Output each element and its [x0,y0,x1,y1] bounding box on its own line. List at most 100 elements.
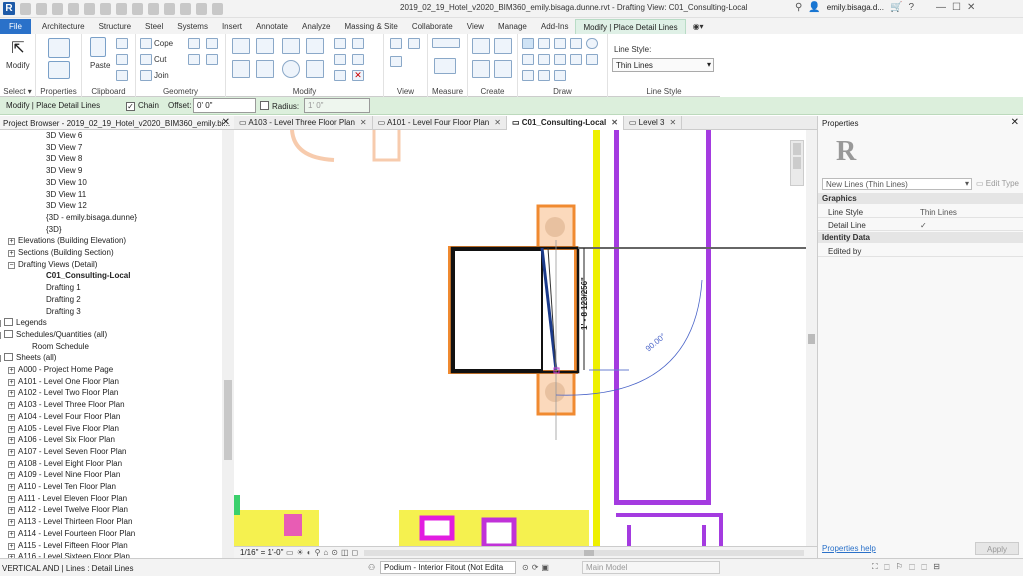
expander-icon[interactable]: + [8,507,15,515]
close-icon[interactable]: ✕ [611,118,618,127]
rotate-icon[interactable] [282,60,300,78]
tab-structure[interactable]: Structure [92,19,138,34]
tree-item[interactable]: + Legends [0,318,47,330]
print-icon[interactable] [100,2,111,15]
offset-icon[interactable] [256,38,274,54]
cursor-icon[interactable]: ⇱ [7,38,29,58]
minimize-icon[interactable]: — [936,2,946,13]
project-browser-scrollbar[interactable] [222,130,234,558]
close-icon[interactable]: ✕ [967,2,975,13]
horizontal-scrollbar[interactable] [364,550,804,556]
polygon-icon[interactable] [554,38,566,49]
tag-icon[interactable] [132,2,143,15]
tab-view[interactable]: View [460,19,491,34]
create-assembly-icon[interactable] [472,60,490,78]
tree-item[interactable]: + A106 - Level Six Floor Plan [8,435,115,447]
tree-item[interactable]: + A101 - Level One Floor Plan [8,377,119,389]
tree-item[interactable]: 3D View 11 [46,190,86,202]
view-tab[interactable]: ▭ Level 3 ✕ [624,116,683,130]
close-icon[interactable]: ✕ [360,118,367,127]
worksets-icon[interactable]: ⚇ [368,563,375,572]
inscribed-polygon-icon[interactable] [570,38,582,49]
tab-insert[interactable]: Insert [215,19,249,34]
cart-icon[interactable]: 🛒 [890,2,902,13]
unpin-icon[interactable] [334,70,346,81]
selection-filter-icons[interactable]: ⛶⬚⚐⬚⬚⊟ [872,562,946,572]
line-style-dropdown[interactable]: Thin Lines ▾ [612,58,714,72]
cut-icon[interactable] [116,38,128,49]
ellipse-icon[interactable] [522,70,534,81]
ribbon-options-icon[interactable]: ◉▾ [686,19,711,34]
property-row[interactable]: Edited by [818,245,1023,257]
open-icon[interactable] [20,2,31,15]
hide-icon[interactable] [390,38,402,49]
tab-collaborate[interactable]: Collaborate [405,19,460,34]
tree-item[interactable]: + A111 - Level Eleven Floor Plan [8,494,127,506]
tab-manage[interactable]: Manage [491,19,534,34]
edit-type-button[interactable]: ▭ Edit Type [976,179,1019,188]
circle-icon[interactable] [586,38,598,49]
linework-icon[interactable] [390,56,402,67]
wall-joins-icon[interactable] [188,54,200,65]
create-similar-icon[interactable] [494,60,512,78]
tree-item[interactable]: + A108 - Level Eight Floor Plan [8,459,122,471]
property-row[interactable]: Line Style Thin Lines [818,206,1023,218]
split-face-icon[interactable] [188,38,200,49]
tree-item[interactable]: {3D - emily.bisaga.dunne} [46,213,137,225]
expander-icon[interactable]: − [0,355,1,363]
navigation-bar[interactable] [790,140,804,186]
modify-label[interactable]: Modify [6,61,30,70]
property-group-header[interactable]: Graphics [818,193,1023,204]
mirror-axis-icon[interactable] [282,38,300,54]
expander-icon[interactable]: + [8,472,15,480]
override-icon[interactable] [408,38,420,49]
revit-logo[interactable]: R [3,2,15,15]
expander-icon[interactable]: + [0,320,1,328]
tree-item[interactable]: + Sections (Building Section) [8,248,114,260]
tree-item[interactable]: + A115 - Level Fifteen Floor Plan [8,541,128,553]
tab-architecture[interactable]: Architecture [35,19,92,34]
properties-icon[interactable] [48,38,70,58]
spline-icon[interactable] [586,54,598,65]
split-icon[interactable] [334,38,346,49]
binoculars-icon[interactable]: ⚲ [795,2,802,13]
tree-item[interactable]: + A107 - Level Seven Floor Plan [8,447,127,459]
tree-item[interactable]: Drafting 1 [46,283,81,295]
create-group-icon[interactable] [472,38,490,54]
property-row[interactable]: Detail Line ✓ [818,219,1023,231]
expander-icon[interactable]: + [8,437,15,445]
view-tab[interactable]: ▭ A103 - Level Three Floor Plan ✕ [234,116,373,130]
radius-input[interactable]: 1' 0" [304,98,370,113]
steering-wheel-icon[interactable] [793,143,801,155]
select-panel-label[interactable]: Select ▾ [0,87,35,96]
view-tab[interactable]: ▭ C01_Consulting-Local ✕ [506,116,624,130]
tree-item[interactable]: + A104 - Level Four Floor Plan [8,412,120,424]
tab-modify-place-detail-lines[interactable]: Modify | Place Detail Lines [575,19,686,34]
user-icon[interactable]: 👤 [808,2,820,13]
thin-lines-icon[interactable] [196,2,207,15]
center-arc-icon[interactable] [538,54,550,65]
expander-icon[interactable]: + [8,425,15,433]
redo-icon[interactable] [84,2,95,15]
expander-icon[interactable]: + [8,519,15,527]
username[interactable]: emily.bisaga.d... [827,3,884,12]
scale-icon[interactable] [334,54,346,65]
expander-icon[interactable]: + [8,542,15,550]
tab-file[interactable]: File [0,19,31,34]
tree-item[interactable]: + A000 - Project Home Page [8,365,113,377]
tree-item[interactable]: Room Schedule [32,342,89,354]
tab-steel[interactable]: Steel [138,19,170,34]
mirror-draw-icon[interactable] [306,38,324,54]
expander-icon[interactable]: − [0,331,1,339]
start-end-arc-icon[interactable] [522,54,534,65]
zoom-icon[interactable] [793,157,801,169]
cope-label[interactable]: Cope [154,39,173,48]
join-icon[interactable] [140,70,152,81]
section-icon[interactable] [180,2,191,15]
expander-icon[interactable]: + [8,495,15,503]
tab-annotate[interactable]: Annotate [249,19,295,34]
delete-icon[interactable]: ✕ [352,70,364,81]
tree-item[interactable]: 3D View 12 [46,201,87,213]
scroll-thumb[interactable] [224,380,232,460]
canvas-scrollbar[interactable] [806,130,817,546]
